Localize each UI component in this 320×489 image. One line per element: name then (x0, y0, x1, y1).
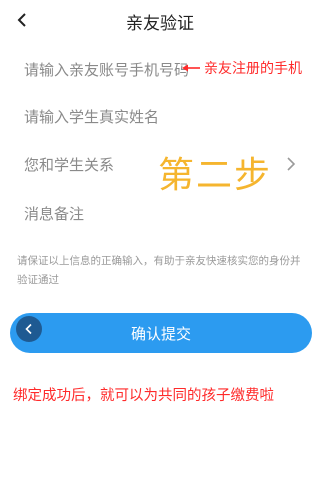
phone-annotation: 亲友注册的手机 (182, 58, 302, 78)
chevron-right-icon (287, 157, 296, 171)
notice-text: 请保证以上信息的正确输入，有助于亲友快速核实您的身份并验证通过 (17, 255, 301, 286)
page-title: 亲友验证 (126, 14, 194, 34)
phone-input[interactable]: 请输入亲友账号手机号码 (24, 59, 189, 80)
remark-input[interactable]: 消息备注 (24, 203, 84, 224)
relation-label: 您和学生关系 (24, 156, 115, 174)
floating-back-button[interactable] (16, 316, 42, 342)
phone-annotation-text: 亲友注册的手机 (204, 61, 302, 77)
student-name-input[interactable]: 请输入学生真实姓名 (24, 106, 159, 127)
nav-bar: 亲友验证 (0, 0, 320, 40)
arrow-left-icon (182, 64, 200, 72)
chevron-left-icon (25, 323, 32, 335)
bottom-annotation: 绑定成功后，就可以为共同的孩子缴费啦 (13, 388, 274, 404)
step-annotation: 第二步 (158, 155, 273, 196)
confirm-button[interactable]: 确认提交 (10, 313, 312, 353)
confirm-button-label: 确认提交 (130, 324, 191, 343)
